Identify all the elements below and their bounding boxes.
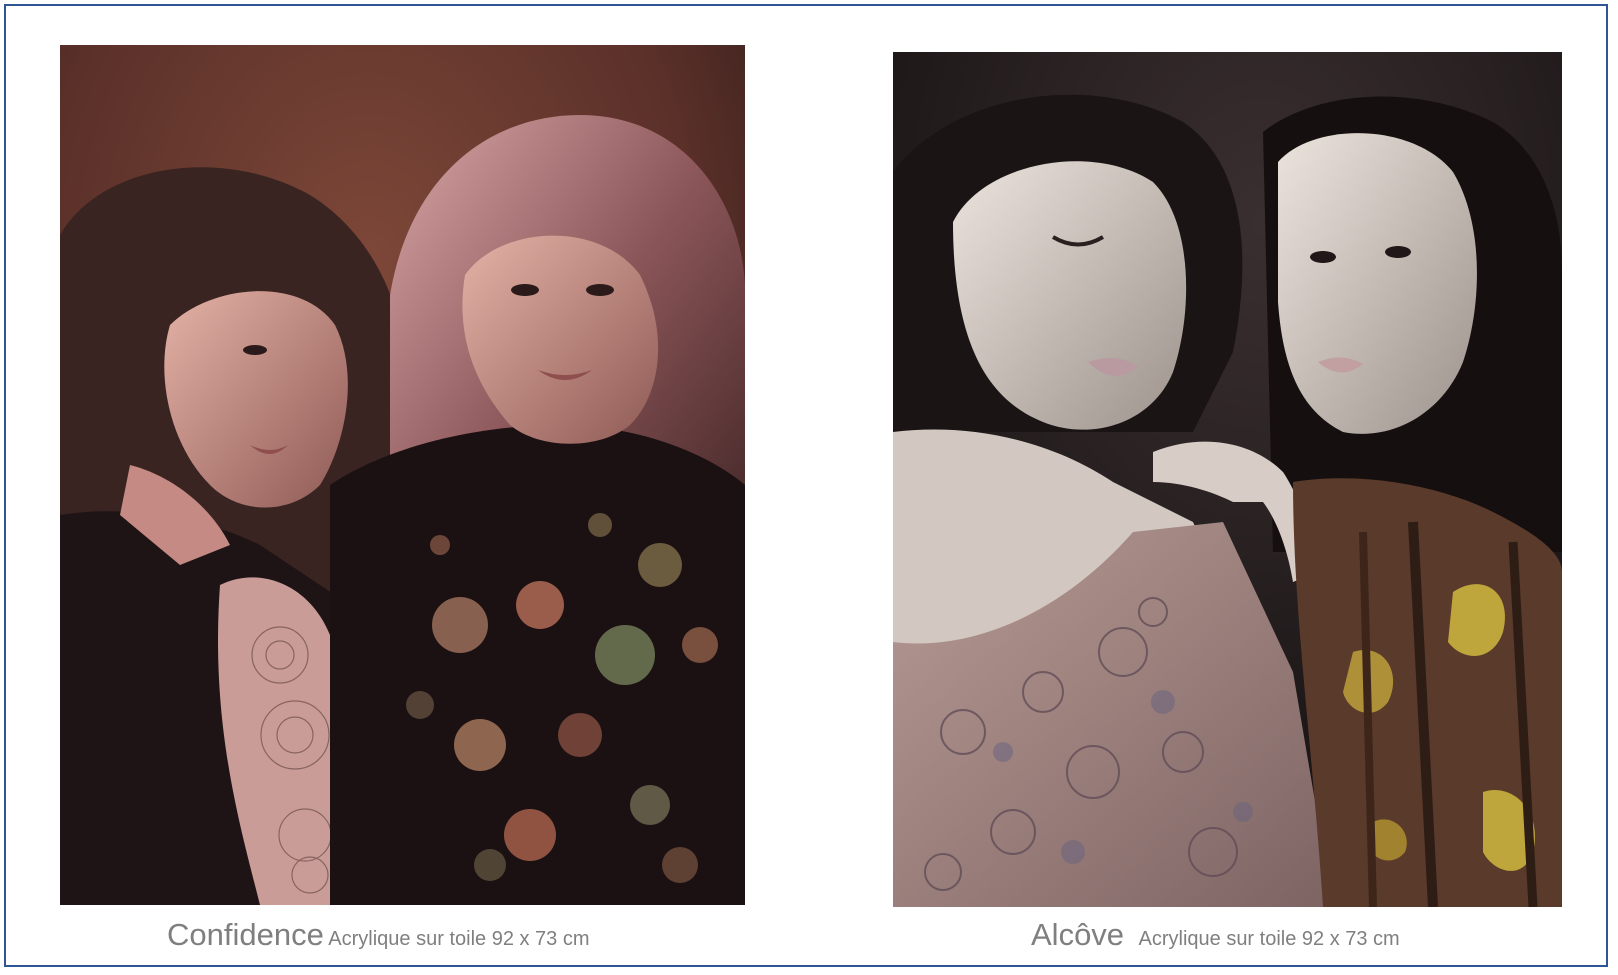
caption-confidence: Confidence Acrylique sur toile 92 x 73 c… <box>167 917 590 953</box>
painting-alcove-image <box>893 52 1562 907</box>
painting-alcove <box>893 52 1562 907</box>
artwork-medium: Acrylique sur toile 92 x 73 cm <box>328 928 590 950</box>
painting-confidence <box>60 45 745 905</box>
artwork-title: Confidence <box>167 917 324 952</box>
painting-confidence-image <box>60 45 745 905</box>
caption-alcove: Alcôve Acrylique sur toile 92 x 73 cm <box>1031 917 1400 953</box>
artwork-title: Alcôve <box>1031 917 1125 952</box>
artwork-medium: Acrylique sur toile 92 x 73 cm <box>1138 928 1400 950</box>
